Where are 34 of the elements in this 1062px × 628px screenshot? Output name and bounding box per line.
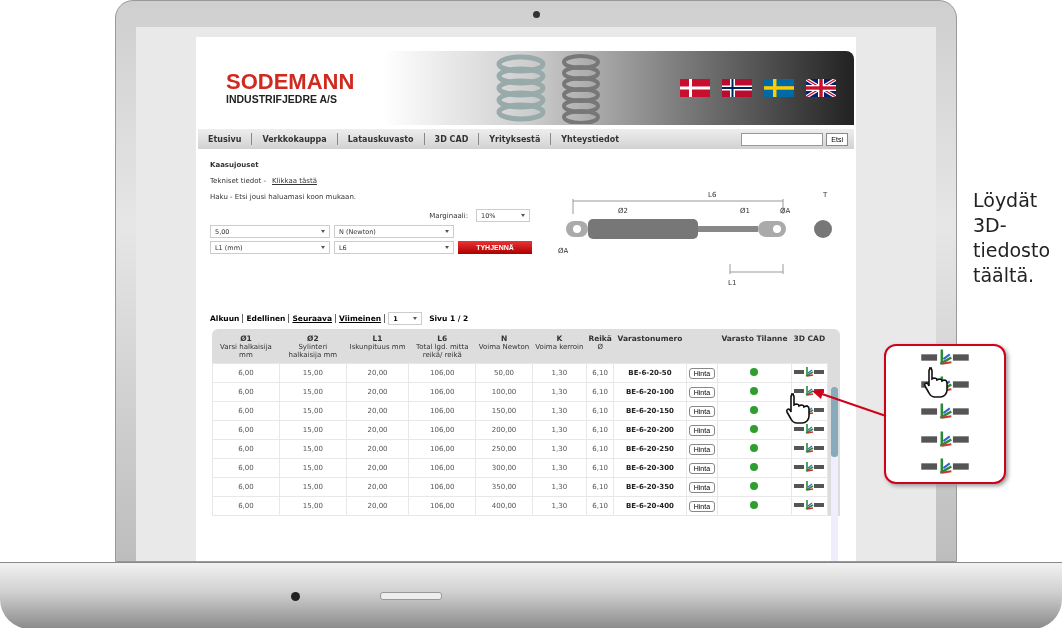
power-light-icon xyxy=(290,591,300,601)
nav-tab[interactable]: Latauskuvasto xyxy=(337,134,424,144)
logo-title: SODEMANN xyxy=(226,71,356,93)
nav-tab[interactable]: 3D CAD xyxy=(424,134,479,144)
cad-pdf-icon xyxy=(921,402,969,422)
callout-text: Löydät 3D-tiedosto täältä. xyxy=(973,188,1052,288)
nav-tab[interactable]: Yhteystiedot xyxy=(551,134,630,144)
nav-tab[interactable]: Verkkokauppa xyxy=(252,134,337,144)
scrollbar-thumb[interactable] xyxy=(831,387,838,457)
cad-pdf-icon xyxy=(921,456,969,476)
cad-pdf-icon xyxy=(921,429,969,449)
search-field[interactable] xyxy=(741,132,824,146)
caret-icon xyxy=(445,230,449,233)
camera-icon xyxy=(532,10,540,18)
disc-slot xyxy=(379,592,442,600)
norwegian-flag-icon[interactable] xyxy=(722,79,752,97)
nav-tab[interactable]: Etusivu xyxy=(198,134,252,144)
cad-pdf-icon xyxy=(921,348,969,368)
british-flag-icon[interactable] xyxy=(806,79,836,97)
cad-pdf-icon[interactable] xyxy=(794,499,825,511)
nav-tab[interactable]: Yrityksestä xyxy=(479,134,551,144)
caret-icon xyxy=(413,317,418,320)
cad-pdf-icon[interactable] xyxy=(794,366,825,378)
swedish-flag-icon[interactable] xyxy=(764,79,794,97)
logo-subtitle: INDUSTRIFJEDRE A/S xyxy=(226,93,339,105)
caret-icon xyxy=(521,214,525,217)
danish-flag-icon[interactable] xyxy=(680,79,710,97)
caret-icon xyxy=(321,230,325,233)
cad-pdf-icon[interactable] xyxy=(794,423,825,435)
cad-pdf-icon[interactable] xyxy=(794,442,825,454)
caret-icon xyxy=(445,246,449,249)
cad-pdf-icon[interactable] xyxy=(794,461,825,473)
cad-pdf-icon[interactable] xyxy=(794,480,825,492)
caret-icon xyxy=(321,246,325,249)
